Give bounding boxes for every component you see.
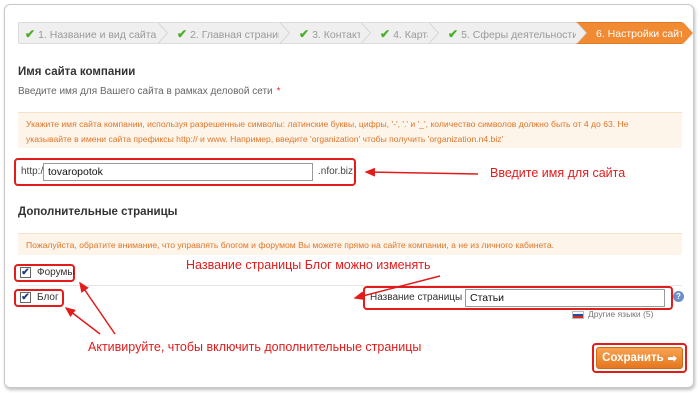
step-label: 2. Главная страница — [190, 29, 290, 41]
required-mark: * — [276, 86, 281, 97]
check-icon: ✔ — [25, 27, 36, 41]
check-icon: ✔ — [380, 27, 391, 41]
extra-pages-title: Дополнительные страницы — [18, 206, 178, 218]
step-label: 4. Карта — [393, 29, 433, 41]
url-suffix: .nfor.biz — [318, 166, 354, 177]
site-name-title: Имя сайта компании — [18, 66, 136, 78]
check-icon: ✔ — [177, 27, 188, 41]
forums-label: Форумы — [37, 267, 75, 278]
step-label: 3. Контакты — [312, 29, 370, 41]
site-name-label: Введите имя для Вашего сайта в рамках де… — [18, 86, 281, 97]
site-name-input[interactable] — [43, 163, 313, 181]
step-label: 5. Сферы деятельности — [461, 29, 579, 41]
wizard-steps: ✔ 1. Название и вид сайта ✔ 2. Главная стр… — [18, 22, 693, 44]
save-button[interactable]: Сохранить ➡ — [596, 347, 683, 369]
step-label: 1. Название и вид сайта — [38, 29, 157, 41]
step-5[interactable]: ✔ 5. Сферы деятельности — [428, 22, 587, 44]
check-icon: ✔ — [299, 27, 310, 41]
check-icon: ✔ — [448, 27, 459, 41]
extra-pages-note: Пожалуйста, обратите внимание, что управ… — [18, 233, 682, 255]
flag-icon — [572, 310, 584, 319]
step-label: 6. Настройки сайта — [596, 28, 690, 40]
arrow-right-icon: ➡ — [667, 352, 677, 365]
step-3[interactable]: ✔ 3. Контакты — [279, 22, 371, 44]
step-1[interactable]: ✔ 1. Название и вид сайта — [18, 22, 168, 44]
annotation-enter-name: Введите имя для сайта — [490, 166, 626, 180]
blog-checkbox[interactable]: ✔ — [20, 292, 31, 303]
blog-label: Блог — [37, 292, 59, 303]
help-icon[interactable]: ? — [673, 291, 684, 302]
forums-checkbox[interactable]: ✔ — [20, 267, 31, 278]
annotation-rename-blog: Название страницы Блог можно изменять — [186, 258, 431, 272]
annotation-activate: Активируйте, чтобы включить дополнительн… — [88, 340, 422, 354]
step-6[interactable]: 6. Настройки сайта — [576, 22, 693, 44]
page-frame — [4, 4, 694, 388]
page-name-input[interactable] — [465, 289, 665, 307]
site-name-note: Укажите имя сайта компании, используя ра… — [18, 112, 682, 148]
step-2[interactable]: ✔ 2. Главная страница — [157, 22, 290, 44]
other-languages-link[interactable]: Другие языки (5) — [572, 309, 653, 319]
page-name-label: Название страницы — [370, 292, 463, 303]
